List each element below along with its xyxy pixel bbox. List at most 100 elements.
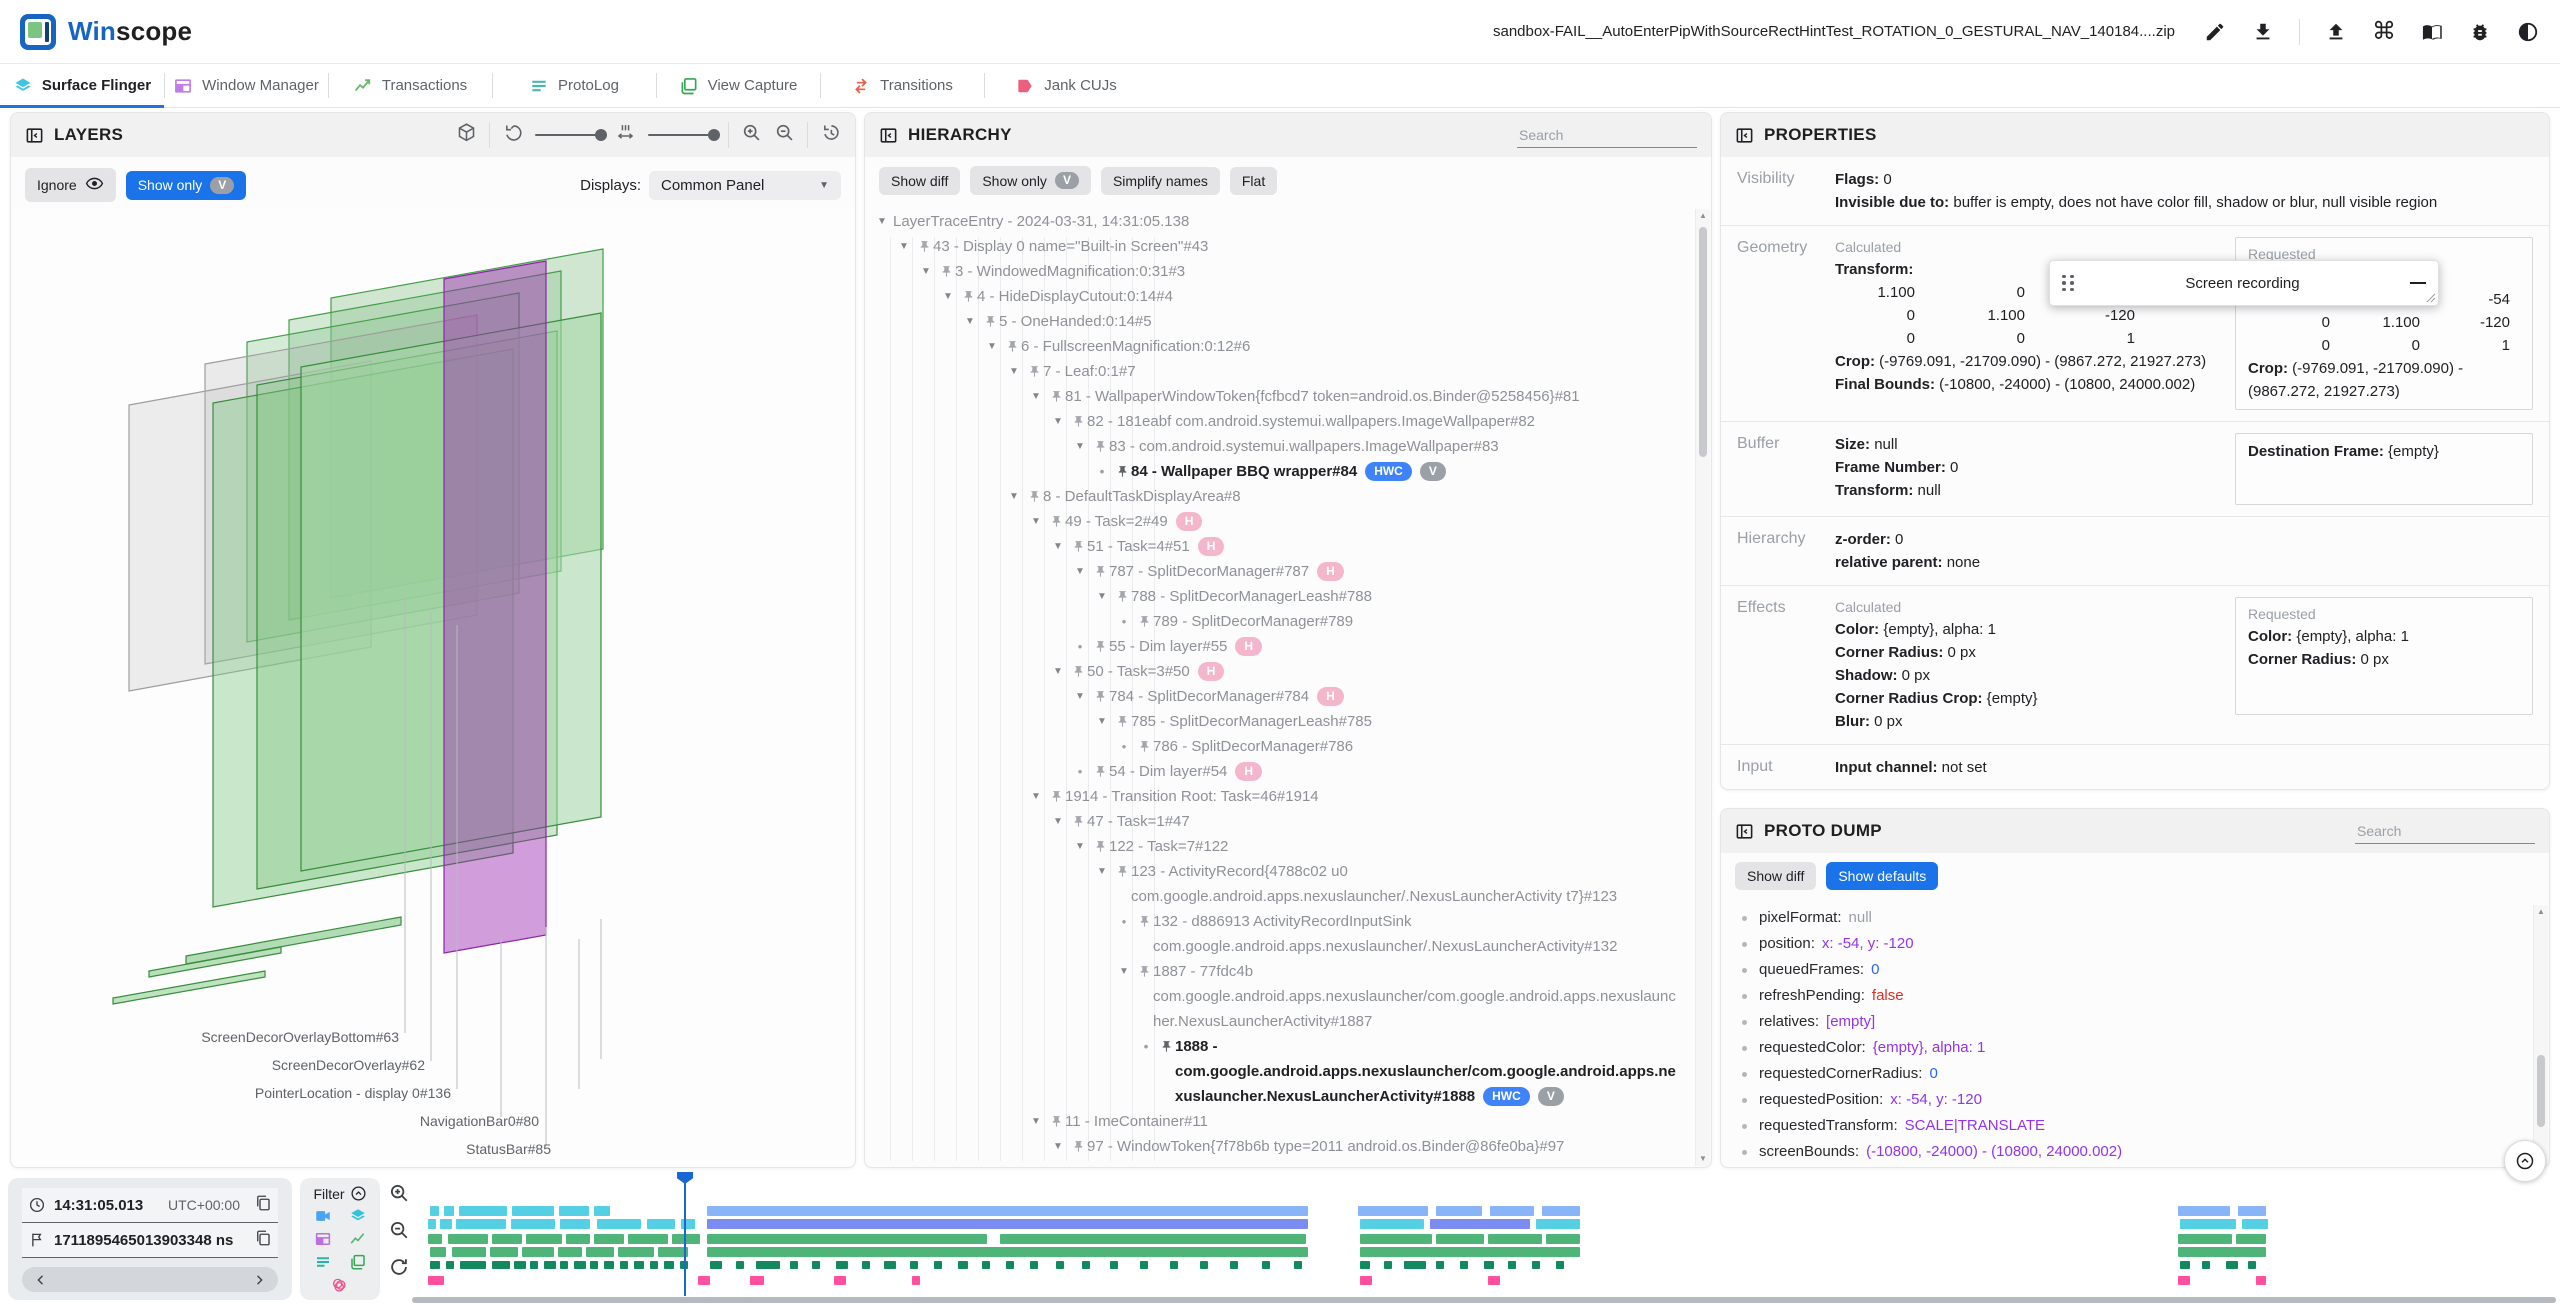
zoom-in-icon[interactable]: [741, 122, 762, 148]
tree-node[interactable]: ▼ 51 - Task=4#51 H: [1047, 534, 1691, 559]
tab-surface-flinger[interactable]: Surface Flinger: [0, 64, 164, 108]
tree-node[interactable]: ▼ 50 - Task=3#50 H: [1047, 659, 1691, 684]
layer-rect[interactable]: [185, 916, 402, 965]
expand-arrow-icon[interactable]: ▼: [1069, 834, 1091, 859]
copy-icon[interactable]: [254, 1194, 272, 1216]
pin-icon[interactable]: [1135, 609, 1153, 634]
pin-icon[interactable]: [1091, 559, 1109, 584]
reset-zoom-icon[interactable]: [388, 1256, 410, 1278]
pin-icon[interactable]: [937, 259, 955, 284]
expand-arrow-icon[interactable]: ▼: [1025, 784, 1047, 809]
expand-arrow-icon[interactable]: ▼: [959, 309, 981, 334]
collapse-panel-icon[interactable]: [879, 126, 898, 145]
tree-node[interactable]: ▼ 47 - Task=1#47: [1047, 809, 1691, 834]
minimize-icon[interactable]: [2410, 281, 2426, 285]
show-only-v-button[interactable]: Show only V: [970, 166, 1091, 195]
tab-transactions[interactable]: Transactions: [328, 64, 492, 107]
collapse-filter-icon[interactable]: [350, 1185, 367, 1202]
collapse-panel-icon[interactable]: [1735, 822, 1754, 841]
window-manager-filter-icon[interactable]: [314, 1230, 332, 1248]
expand-arrow-icon[interactable]: ▼: [1091, 584, 1113, 609]
next-frame-icon[interactable]: [252, 1273, 266, 1287]
transactions-filter-icon[interactable]: [349, 1230, 367, 1248]
expand-arrow-icon[interactable]: ▼: [1091, 709, 1113, 734]
pin-icon[interactable]: [981, 309, 999, 334]
tree-node[interactable]: ▼ 5 - OneHanded:0:14#5: [959, 309, 1691, 334]
show-defaults-button[interactable]: Show defaults: [1826, 862, 1939, 890]
expand-arrow-icon[interactable]: ▼: [1069, 434, 1091, 459]
copy-icon[interactable]: [254, 1229, 272, 1251]
collapse-panel-icon[interactable]: [1735, 126, 1754, 145]
human-time-row[interactable]: 14:31:05.013 UTC+00:00: [22, 1188, 278, 1223]
proto-search-input[interactable]: [2355, 818, 2535, 844]
expand-arrow-icon[interactable]: ▼: [1025, 509, 1047, 534]
resize-handle-icon[interactable]: [2426, 293, 2436, 303]
pin-icon[interactable]: [959, 284, 977, 309]
expand-arrow-icon[interactable]: ▼: [1003, 359, 1025, 384]
tree-node[interactable]: ▼ 43 - Display 0 name="Built-in Screen"#4…: [893, 234, 1691, 259]
tree-node[interactable]: ▼ 785 - SplitDecorManagerLeash#785: [1091, 709, 1691, 734]
previous-frame-icon[interactable]: [34, 1273, 48, 1287]
rotation-slider[interactable]: [535, 129, 607, 141]
proto-show-diff-button[interactable]: Show diff: [1735, 862, 1817, 890]
simplify-names-button[interactable]: Simplify names: [1100, 166, 1220, 195]
pin-icon[interactable]: [1069, 534, 1087, 559]
tree-node[interactable]: ▼ 6 - FullscreenMagnification:0:12#6: [981, 334, 1691, 359]
scrollbar-thumb[interactable]: [2537, 1055, 2545, 1127]
expand-arrow-icon[interactable]: ▼: [1047, 534, 1069, 559]
zoom-out-icon[interactable]: [388, 1219, 410, 1241]
upload-icon[interactable]: [2324, 20, 2348, 44]
tree-node[interactable]: ▼ 1895 - Surface(name=3baac60 InputMethod…: [1069, 1159, 1691, 1165]
tree-node[interactable]: ▼ 49 - Task=2#49 H: [1025, 509, 1691, 534]
tree-node[interactable]: ▼ 122 - Task=7#122: [1069, 834, 1691, 859]
pin-icon[interactable]: [1069, 809, 1087, 834]
pin-icon[interactable]: [915, 234, 933, 259]
keyboard-shortcuts-icon[interactable]: ⌘: [2372, 19, 2396, 44]
pin-icon[interactable]: [1047, 509, 1065, 534]
pin-icon[interactable]: [1091, 1159, 1109, 1165]
pin-icon[interactable]: [1091, 684, 1109, 709]
tree-node[interactable]: ▼ 83 - com.android.systemui.wallpapers.Im…: [1069, 434, 1691, 459]
expand-arrow-icon[interactable]: ▼: [1113, 959, 1135, 984]
timeline-range-bar[interactable]: [412, 1297, 2556, 1303]
cube-3d-icon[interactable]: [456, 122, 477, 148]
edit-icon[interactable]: [2203, 20, 2227, 44]
pin-icon[interactable]: [1091, 759, 1109, 784]
zoom-in-icon[interactable]: [388, 1182, 410, 1204]
expand-arrow-icon[interactable]: ▼: [981, 334, 1003, 359]
expand-arrow-icon[interactable]: ▼: [1091, 859, 1113, 884]
layers-3d-canvas[interactable]: ScreenDecorOverlayBottom#63 ScreenDecorOv…: [12, 209, 854, 1166]
download-icon[interactable]: [2251, 20, 2275, 44]
pin-icon[interactable]: [1069, 1134, 1087, 1159]
documentation-icon[interactable]: [2420, 20, 2444, 44]
ns-time-row[interactable]: 1711895465013903348 ns: [22, 1223, 278, 1258]
pin-icon[interactable]: [1025, 359, 1043, 384]
pin-icon[interactable]: [1113, 459, 1131, 484]
tree-node[interactable]: ▼ 11 - ImeContainer#11: [1025, 1109, 1691, 1134]
pin-icon[interactable]: [1003, 334, 1021, 359]
tab-protolog[interactable]: ProtoLog: [492, 64, 656, 107]
tree-node[interactable]: • 1888 - com.google.android.apps.nexuslau…: [1135, 1034, 1691, 1109]
tree-node[interactable]: ▼ 81 - WallpaperWindowToken{fcfbcd7 token…: [1025, 384, 1691, 409]
scrollbar-thumb[interactable]: [1699, 227, 1707, 457]
tree-node[interactable]: ▼ LayerTraceEntry - 2024-03-31, 14:31:05.…: [871, 209, 1691, 234]
pin-icon[interactable]: [1091, 434, 1109, 459]
show-diff-button[interactable]: Show diff: [879, 166, 961, 195]
pin-icon[interactable]: [1157, 1034, 1175, 1059]
expand-arrow-icon[interactable]: ▼: [1025, 1109, 1047, 1134]
tree-node[interactable]: • 54 - Dim layer#54 H: [1069, 759, 1691, 784]
pin-icon[interactable]: [1113, 709, 1131, 734]
ignore-button[interactable]: Ignore: [25, 168, 116, 202]
tree-node[interactable]: • 55 - Dim layer#55 H: [1069, 634, 1691, 659]
tree-node[interactable]: ▼ 787 - SplitDecorManager#787 H: [1069, 559, 1691, 584]
tree-node[interactable]: • 786 - SplitDecorManager#786: [1113, 734, 1691, 759]
expand-arrow-icon[interactable]: ▼: [1025, 384, 1047, 409]
zoom-out-icon[interactable]: [774, 122, 795, 148]
tree-node[interactable]: ▼ 3 - WindowedMagnification:0:31#3: [915, 259, 1691, 284]
layer-rect[interactable]: [443, 260, 547, 954]
expand-arrow-icon[interactable]: ▼: [1069, 1159, 1091, 1165]
expand-arrow-icon[interactable]: ▼: [893, 234, 915, 259]
timeline-canvas[interactable]: [420, 1172, 2560, 1295]
drag-handle-icon[interactable]: [2062, 274, 2075, 292]
tab-jank-cujs[interactable]: Jank CUJs: [984, 64, 1148, 107]
